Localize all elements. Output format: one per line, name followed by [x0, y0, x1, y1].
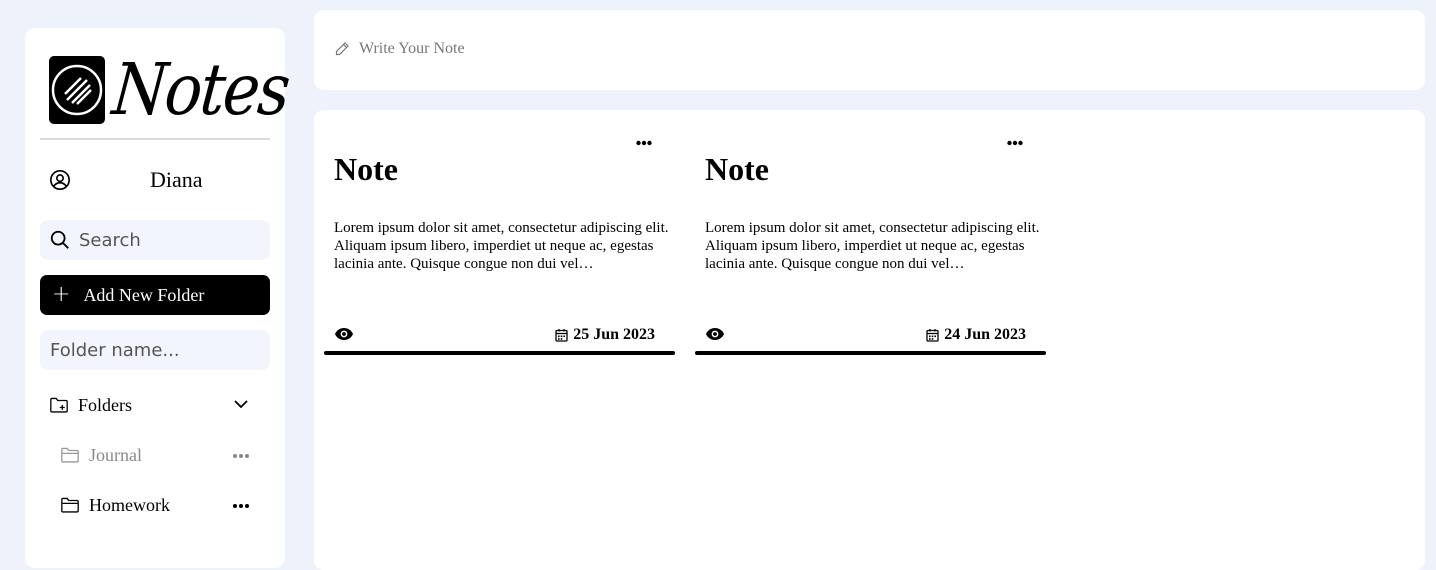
notes-grid: Note Lorem ipsum dolor sit amet, consect… [314, 110, 1425, 570]
more-horizontal-icon[interactable] [636, 140, 652, 146]
more-horizontal-icon[interactable] [232, 453, 250, 459]
note-title: Note [705, 151, 769, 187]
folders-toggle[interactable]: Folders [49, 393, 249, 417]
note-body: Lorem ipsum dolor sit amet, consectetur … [334, 220, 669, 272]
search-icon [50, 230, 69, 249]
plus-icon: + [52, 282, 71, 307]
pencil-icon [335, 42, 349, 56]
note-body: Lorem ipsum dolor sit amet, consectetur … [705, 220, 1040, 272]
add-folder-button[interactable]: + Add New Folder [40, 275, 270, 315]
folder-label: Homework [89, 494, 170, 515]
logo-wordmark: Notes [109, 47, 292, 132]
folder-item-homework[interactable]: Homework [60, 493, 250, 517]
user-circle-icon [50, 170, 70, 190]
folder-name-input[interactable] [50, 339, 230, 361]
note-date: 24 Jun 2023 [926, 326, 1026, 344]
user-name: Diana [150, 167, 203, 192]
folders-label: Folders [78, 394, 132, 415]
write-note-input[interactable]: Write Your Note [334, 40, 465, 58]
calendar-icon [926, 329, 939, 342]
eye-icon[interactable] [334, 327, 354, 341]
note-underline [324, 351, 675, 355]
eye-icon[interactable] [705, 327, 725, 341]
note-underline [695, 351, 1046, 355]
note-card[interactable]: Note Lorem ipsum dolor sit amet, consect… [324, 130, 675, 355]
note-date: 25 Jun 2023 [555, 326, 655, 344]
search-input[interactable] [79, 229, 259, 251]
calendar-icon [555, 329, 568, 342]
more-horizontal-icon[interactable] [232, 503, 250, 509]
divider [40, 138, 270, 140]
note-date-text: 24 Jun 2023 [944, 326, 1026, 343]
note-footer: 25 Jun 2023 [334, 325, 655, 345]
logo-mark-icon [49, 56, 105, 124]
more-horizontal-icon[interactable] [1007, 140, 1023, 146]
folder-name-field[interactable] [40, 330, 270, 370]
chevron-down-icon[interactable] [233, 396, 249, 412]
app-logo[interactable]: Notes [49, 47, 292, 131]
folder-plus-icon [50, 397, 68, 413]
search-bar[interactable] [40, 220, 270, 260]
note-card[interactable]: Note Lorem ipsum dolor sit amet, consect… [695, 130, 1046, 355]
user-profile[interactable]: Diana [49, 166, 279, 194]
folder-item-journal[interactable]: Journal [60, 443, 250, 467]
folder-icon [61, 447, 79, 463]
note-title: Note [334, 151, 398, 187]
note-footer: 24 Jun 2023 [705, 325, 1026, 345]
note-date-text: 25 Jun 2023 [573, 326, 655, 343]
write-note-placeholder: Write Your Note [359, 40, 465, 57]
add-folder-label: Add New Folder [83, 284, 205, 305]
folder-label: Journal [89, 444, 142, 465]
note-composer: Write Your Note [314, 10, 1425, 90]
sidebar: Notes Diana + Add New Folder Folders [25, 28, 292, 568]
folder-icon [61, 497, 79, 513]
